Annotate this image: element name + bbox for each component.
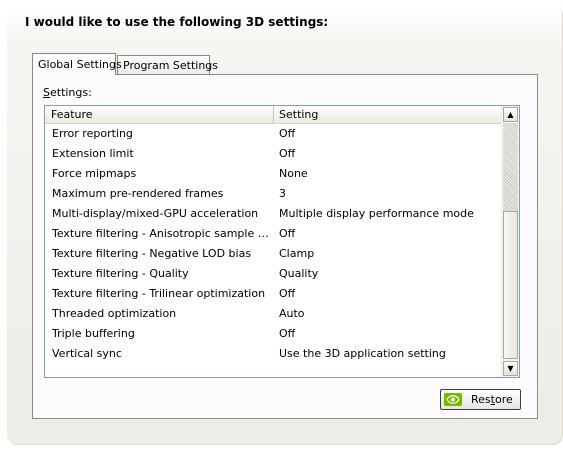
table-row[interactable]: Texture filtering - Anisotropic sample o… [45, 224, 503, 244]
table-row[interactable]: Threaded optimization Auto [45, 304, 503, 324]
table-row[interactable]: Texture filtering - Quality Quality [45, 264, 503, 284]
feature-cell: Multi-display/mixed-GPU acceleration [52, 207, 259, 220]
nvidia-logo-icon [444, 393, 462, 406]
setting-cell: Off [279, 227, 296, 240]
page-title: I would like to use the following 3D set… [25, 15, 329, 29]
restore-button[interactable]: Restore [440, 389, 521, 410]
scroll-thumb[interactable] [503, 211, 518, 359]
table-row[interactable]: Maximum pre-rendered frames 3 [45, 184, 503, 204]
scroll-up-button[interactable]: ▲ [503, 107, 518, 122]
feature-cell: Threaded optimization [52, 307, 177, 320]
settings-label-rest: ettings: [49, 86, 92, 99]
feature-cell: Extension limit [52, 147, 134, 160]
scroll-track[interactable] [503, 123, 518, 211]
scroll-down-button[interactable]: ▼ [503, 361, 518, 376]
column-header-setting[interactable]: Setting [274, 106, 503, 123]
feature-cell: Triple buffering [52, 327, 135, 340]
table-row[interactable]: Extension limit Off [45, 144, 503, 164]
up-arrow-icon: ▲ [507, 110, 514, 119]
table-row[interactable]: Force mipmaps None [45, 164, 503, 184]
feature-cell: Maximum pre-rendered frames [52, 187, 224, 200]
restore-label-post: ore [494, 393, 513, 406]
settings-list-label: Settings: [43, 86, 92, 99]
feature-cell: Texture filtering - Anisotropic sample o… [52, 227, 270, 240]
setting-cell: Off [279, 287, 296, 300]
setting-cell: Off [279, 127, 296, 140]
column-header-feature[interactable]: Feature [45, 106, 274, 123]
setting-cell: Auto [279, 307, 305, 320]
tab-global-settings[interactable]: Global Settings [32, 53, 122, 75]
table-row[interactable]: Multi-display/mixed-GPU acceleration Mult… [45, 204, 503, 224]
setting-cell: Off [279, 147, 296, 160]
list-header: Feature Setting [45, 106, 503, 124]
setting-cell: None [279, 167, 308, 180]
list-rows: Error reporting Off Extension limit Off Fo… [45, 124, 503, 364]
nvidia-eye-icon [446, 395, 460, 404]
table-row[interactable]: Triple buffering Off [45, 324, 503, 344]
table-row[interactable]: Texture filtering - Trilinear optimizati… [45, 284, 503, 304]
setting-cell: Clamp [279, 247, 315, 260]
feature-cell: Texture filtering - Quality [52, 267, 189, 280]
tab-program-settings[interactable]: Program Settings [117, 55, 218, 75]
feature-cell: Force mipmaps [52, 167, 137, 180]
feature-cell: Error reporting [52, 127, 133, 140]
table-row[interactable]: Texture filtering - Negative LOD bias Cla… [45, 244, 503, 264]
setting-cell: Off [279, 327, 296, 340]
feature-cell: Texture filtering - Trilinear optimizati… [52, 287, 266, 300]
setting-cell: Multiple display performance mode [279, 207, 474, 220]
down-arrow-icon: ▼ [507, 364, 514, 373]
settings-list[interactable]: Feature Setting Error reporting Off Exten… [44, 105, 520, 378]
setting-cell: Use the 3D application setting [279, 347, 446, 360]
setting-cell: Quality [279, 267, 319, 280]
restore-label-pre: Res [471, 393, 491, 406]
feature-cell: Vertical sync [52, 347, 122, 360]
vertical-scrollbar[interactable]: ▲ ▼ [501, 106, 519, 377]
table-row[interactable]: Vertical sync Use the 3D application sett… [45, 344, 503, 364]
settings-label-accel: S [43, 86, 50, 99]
table-row[interactable]: Error reporting Off [45, 124, 503, 144]
restore-label: Restore [471, 393, 513, 406]
feature-cell: Texture filtering - Negative LOD bias [52, 247, 252, 260]
setting-cell: 3 [279, 187, 286, 200]
